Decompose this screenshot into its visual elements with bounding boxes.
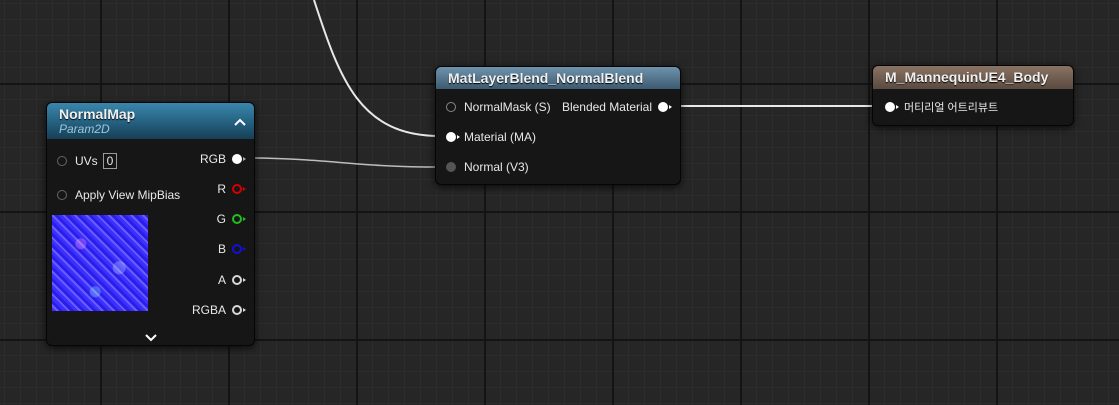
input-pin-apply-view-mipbias[interactable]: Apply View MipBias: [57, 186, 180, 204]
node-title: NormalMap: [59, 106, 136, 122]
pin-label: Apply View MipBias: [75, 188, 181, 202]
blend-node[interactable]: MatLayerBlend_NormalBlend NormalMask (S)…: [435, 66, 681, 185]
chevron-up-icon[interactable]: [234, 113, 246, 131]
pin-circle-icon[interactable]: [57, 190, 67, 200]
pin-label: 머티리얼 어트리뷰트: [904, 102, 999, 114]
node-title: M_MannequinUE4_Body: [885, 69, 1049, 85]
input-pin-material[interactable]: Material (MA): [446, 128, 536, 146]
pin-circle-icon[interactable]: [446, 162, 456, 172]
input-pin-normalmask[interactable]: NormalMask (S): [446, 98, 551, 116]
input-pin-uvs[interactable]: UVs 0: [57, 152, 118, 170]
output-pin-a[interactable]: A: [217, 271, 246, 289]
wire-rgb-to-normal: [241, 157, 441, 168]
pin-label: RGBA: [191, 303, 226, 317]
pin-circle-icon[interactable]: [57, 156, 67, 166]
pin-circle-icon[interactable]: [446, 132, 460, 142]
pin-circle-icon[interactable]: [232, 275, 246, 285]
wire-material-input: [313, 0, 441, 137]
output-pin-g[interactable]: G: [216, 210, 246, 228]
pin-label: G: [216, 212, 226, 226]
node-title: MatLayerBlend_NormalBlend: [448, 70, 644, 86]
pin-circle-icon[interactable]: [232, 154, 246, 164]
pin-circle-icon[interactable]: [232, 184, 246, 194]
pin-circle-icon[interactable]: [232, 305, 246, 315]
pin-circle-icon[interactable]: [658, 102, 672, 112]
normalmap-node-header[interactable]: NormalMap Param2D: [47, 103, 254, 139]
result-node-header[interactable]: M_MannequinUE4_Body: [873, 66, 1073, 89]
uvs-value-field[interactable]: 0: [102, 153, 118, 169]
chevron-down-icon[interactable]: [145, 329, 157, 347]
output-pin-blended-material[interactable]: Blended Material: [561, 98, 672, 116]
output-pin-b[interactable]: B: [217, 240, 246, 258]
normalmap-node[interactable]: NormalMap Param2D UVs 0 Apply View MipBi…: [46, 102, 255, 346]
blend-node-header[interactable]: MatLayerBlend_NormalBlend: [436, 67, 680, 89]
pin-label: Material (MA): [464, 130, 537, 144]
pin-label: RGB: [199, 152, 226, 166]
output-pin-rgba[interactable]: RGBA: [191, 301, 246, 319]
result-node[interactable]: M_MannequinUE4_Body 머티리얼 어트리뷰트: [872, 65, 1074, 126]
pin-circle-icon[interactable]: [446, 102, 456, 112]
input-pin-normal[interactable]: Normal (V3): [446, 158, 529, 176]
pin-label: R: [217, 182, 226, 196]
pin-circle-icon[interactable]: [885, 102, 899, 112]
input-pin-material-attributes[interactable]: 머티리얼 어트리뷰트: [885, 98, 998, 116]
pin-label: Normal (V3): [464, 160, 529, 174]
pin-circle-icon[interactable]: [232, 244, 246, 254]
pin-label: NormalMask (S): [464, 100, 551, 114]
pin-circle-icon[interactable]: [232, 214, 246, 224]
node-subtitle: Param2D: [59, 122, 110, 136]
output-pin-rgb[interactable]: RGB: [199, 150, 246, 168]
pin-label: Blended Material: [561, 100, 652, 114]
pin-label: B: [217, 242, 226, 256]
pin-label: UVs: [75, 154, 98, 168]
pin-label: A: [217, 273, 226, 287]
output-pin-r[interactable]: R: [217, 180, 246, 198]
texture-preview: [52, 215, 148, 311]
